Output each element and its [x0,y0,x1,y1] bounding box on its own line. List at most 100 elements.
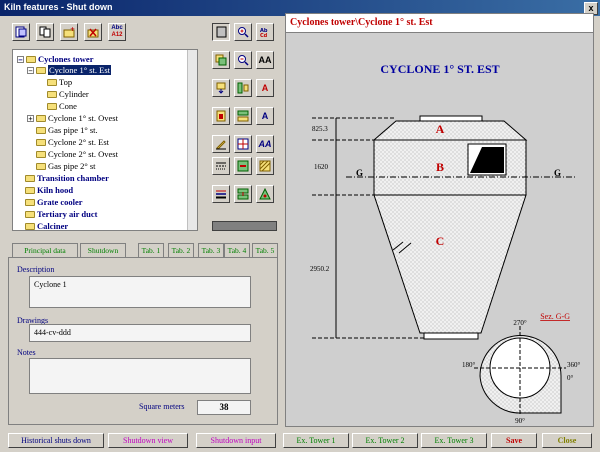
tree-item-label: Cyclone 1° st. Ovest [48,113,118,123]
historical-shuts-down-button[interactable]: Historical shuts down [8,433,104,448]
tree-item[interactable]: Gas pipe 1° st. [36,125,98,135]
tree-item-child[interactable]: Cone [47,101,77,111]
drawings-field[interactable]: 444-cv-ddd [29,324,251,342]
a-label: A [261,111,269,121]
notes-label: Notes [17,348,36,357]
ex-tower-2-button[interactable]: Ex. Tower 2 [352,433,418,448]
tab-shutdown[interactable]: Shutdown [80,243,126,257]
tree-item[interactable]: Kiln hood [25,185,73,195]
tree-item-label: Top [59,77,73,87]
notes-field[interactable] [29,358,251,394]
text-abc-icon[interactable]: Ab Cd [256,23,274,41]
shutdown-view-button[interactable]: Shutdown view [108,433,188,448]
tab-strip: Principal data Shutdown Tab. 1 Tab. 2 Ta… [8,243,278,258]
tab-4[interactable]: Tab. 4 [224,243,250,257]
collapse-icon[interactable]: − [17,55,24,63]
folder-icon [25,222,35,230]
line-width-icon[interactable] [212,185,230,203]
drawing-canvas[interactable]: Cyclones tower\Cyclone 1° st. Est CYCLON… [285,13,594,427]
square-meters-field[interactable]: 38 [197,400,251,415]
folder-icon [36,162,46,170]
collapse-icon[interactable]: − [27,66,34,74]
dim-2: 1620 [314,163,329,171]
page-icon[interactable] [212,23,230,41]
tab-principal-data[interactable]: Principal data [12,243,78,258]
ex-tower-3-button[interactable]: Ex. Tower 3 [421,433,487,448]
split-icon[interactable] [234,107,252,125]
insert-row-icon[interactable] [234,185,252,203]
text-color-icon[interactable]: A [256,79,274,97]
tree-scrollbar[interactable] [187,50,197,230]
abc-sub-label: A12 [111,32,123,38]
tree-item-child[interactable]: Cylinder [47,89,89,99]
tab-3[interactable]: Tab. 3 [198,243,224,257]
tree-item-label: Cylinder [59,89,89,99]
tab-1[interactable]: Tab. 1 [138,243,164,257]
tree-item-selected[interactable]: − Cyclone 1° st. Est [27,65,112,75]
tree-item[interactable]: Cyclone 2° st. Ovest [36,149,118,159]
zoom-out-icon[interactable] [234,51,252,69]
tree-item[interactable]: Cyclone 2° st. Est [36,137,109,147]
properties-icon[interactable] [12,23,30,41]
folder-icon [47,102,57,110]
tab-2[interactable]: Tab. 2 [168,243,194,257]
tree-item[interactable]: Transition chamber [25,173,109,183]
folder-icon [25,186,35,194]
aa-label: AA [258,55,272,65]
tree-item-label: Gas pipe 2° st [48,161,96,171]
tree-item-child[interactable]: Top [47,77,72,87]
close-button[interactable]: Close [542,433,592,448]
section-a: A [436,122,445,136]
description-field[interactable]: Cyclone 1 [29,276,251,308]
folder-icon [25,174,35,182]
font-style-icon[interactable]: AA [256,135,274,153]
tree-item-label: Cyclone 1° st. Est [48,65,112,75]
paste-icon[interactable] [212,107,230,125]
folder-icon [25,198,35,206]
tree-item[interactable]: Gas pipe 2° st [36,161,96,171]
tree-item-label: Cone [59,101,77,111]
align-icon[interactable] [234,79,252,97]
folder-icon [36,150,46,158]
svg-text:Cd: Cd [260,33,268,38]
component-tree[interactable]: − Cyclones tower − Cyclone 1° st. Est To… [12,49,198,231]
delete-folder-icon[interactable] [84,23,102,41]
grid-icon[interactable] [234,135,252,153]
expand-icon[interactable]: + [27,114,34,122]
triangle-icon[interactable] [256,185,274,203]
dim-3: 2950.2 [310,265,330,273]
zoom-in-icon[interactable] [234,23,252,41]
text-style-icon[interactable]: A [256,107,274,125]
aa-label: AA [258,139,272,149]
tree-item[interactable]: Tertiary air duct [25,209,97,219]
folder-open-icon [26,55,36,63]
new-folder-icon[interactable]: + [60,23,78,41]
pattern-icon[interactable] [256,157,274,175]
move-down-icon[interactable] [212,79,230,97]
tree-item-root[interactable]: − Cyclones tower [17,54,93,64]
cyclone-drawing: CYCLONE 1° ST. EST 825.3 1620 2950.2 A B… [310,62,581,425]
tree-item-label: Cyclone 2° st. Est [48,137,110,147]
tree-item-label: Kiln hood [37,185,74,195]
folder-icon [47,78,57,86]
ex-tower-1-button[interactable]: Ex. Tower 1 [283,433,349,448]
angle-270: 270° [513,319,527,327]
save-button[interactable]: Save [491,433,537,448]
copy-icon[interactable] [36,23,54,41]
fill-icon[interactable] [234,157,252,175]
line-style-icon[interactable] [212,157,230,175]
edit-pencil-icon[interactable] [212,135,230,153]
drawing-title: CYCLONE 1° ST. EST [380,62,499,76]
description-label: Description [17,265,55,274]
shutdown-input-button[interactable]: Shutdown input [196,433,276,448]
rename-icon[interactable]: Abc A12 [108,23,126,41]
tree-item[interactable]: Calciner [25,221,68,230]
layers-icon[interactable] [212,51,230,69]
tree-item[interactable]: Grate cooler [25,197,83,207]
a-label: A [261,83,269,93]
tab-5[interactable]: Tab. 5 [252,243,278,257]
font-size-icon[interactable]: AA [256,51,274,69]
dim-1: 825.3 [312,125,328,133]
folder-icon [36,114,46,122]
tree-item[interactable]: + Cyclone 1° st. Ovest [27,113,118,123]
